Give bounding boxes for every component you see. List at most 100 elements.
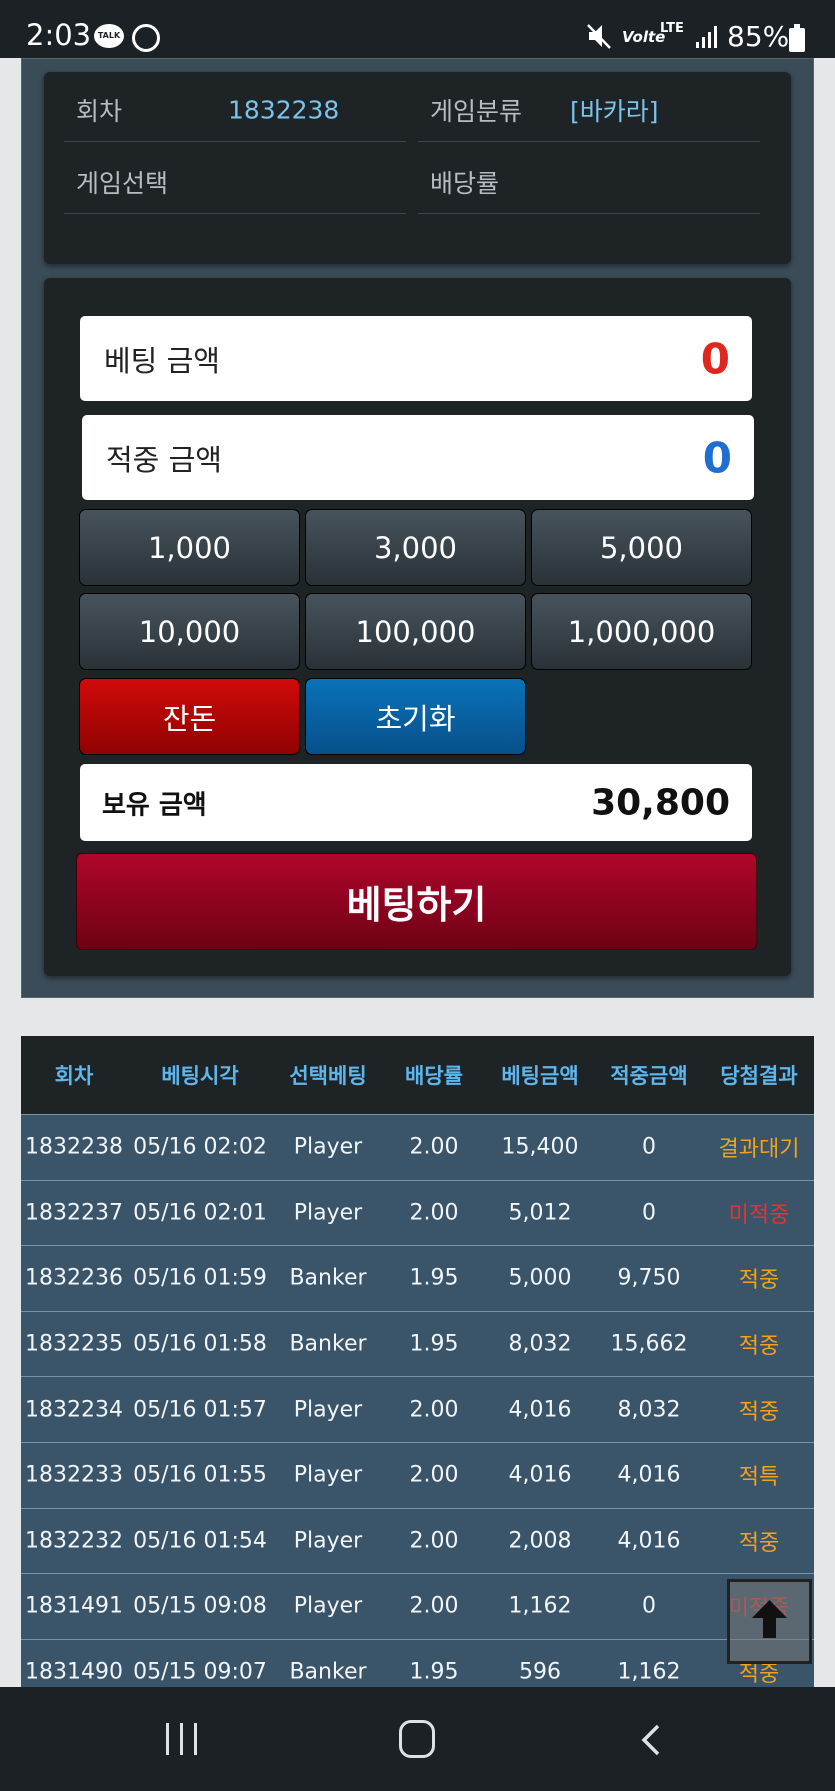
chip-1000-button[interactable]: 1,000 [79, 509, 300, 586]
cell-odds: 1.95 [409, 1659, 459, 1685]
home-icon[interactable] [399, 1720, 435, 1758]
cell-pick: Player [293, 1528, 363, 1554]
arrow-up-icon [752, 1600, 787, 1638]
cell-bet-amount: 15,400 [501, 1134, 579, 1160]
odds-cell: 배당률 [418, 144, 760, 214]
header-pick: 선택베팅 [289, 1064, 367, 1088]
cell-bet-time: 05/16 02:01 [133, 1200, 267, 1226]
cell-bet-time: 05/15 09:07 [133, 1659, 267, 1685]
cell-pick: Player [293, 1593, 363, 1619]
chip-5000-button[interactable]: 5,000 [531, 509, 752, 586]
cell-bet-amount: 4,016 [508, 1397, 572, 1423]
lte-icon: LTE [660, 21, 684, 36]
bet-amount-field[interactable]: 베팅 금액 0 [80, 316, 752, 401]
cell-win-amount: 9,750 [617, 1265, 681, 1291]
header-round: 회차 [54, 1064, 94, 1088]
cell-pick: Player [293, 1397, 363, 1423]
reset-button[interactable]: 초기화 [305, 678, 526, 755]
recents-icon[interactable] [166, 1723, 200, 1755]
cell-bet-amount: 4,016 [508, 1462, 572, 1488]
table-row: 1832235 05/16 01:58 Banker 1.95 8,032 15,662 적… [21, 1310, 814, 1377]
cell-result: 적중 [738, 1334, 780, 1360]
round-label: 회차 [76, 97, 123, 126]
cell-bet-amount: 596 [519, 1659, 561, 1685]
chip-100000-button[interactable]: 100,000 [305, 593, 526, 670]
header-result: 당첨결과 [720, 1064, 798, 1088]
round-value: 1832238 [228, 95, 340, 125]
cell-round: 1832235 [25, 1331, 123, 1357]
header-bet-time: 베팅시각 [161, 1064, 239, 1088]
cell-pick: Player [293, 1462, 363, 1488]
cell-bet-time: 05/16 01:54 [133, 1528, 267, 1554]
cell-odds: 2.00 [409, 1528, 459, 1554]
cell-result: 미적중 [728, 1202, 790, 1228]
cell-round: 1832233 [25, 1462, 123, 1488]
cell-bet-time: 05/16 01:57 [133, 1397, 267, 1423]
round-info-box: 회차 1832238 게임분류 [바카라] 게임선택 배당률 [44, 72, 791, 264]
cell-pick: Player [293, 1200, 363, 1226]
signal-icon [696, 26, 718, 48]
table-row: 1832232 05/16 01:54 Player 2.00 2,008 4,016 적중 [21, 1507, 814, 1574]
cell-bet-amount: 8,032 [508, 1331, 572, 1357]
cell-pick: Banker [289, 1265, 367, 1291]
cell-bet-time: 05/15 09:08 [133, 1593, 267, 1619]
cell-pick: Banker [289, 1331, 367, 1357]
cell-win-amount: 1,162 [617, 1659, 681, 1685]
table-row: 183149105/15 09:08Player2.001,1620미적중 [21, 1573, 814, 1639]
table-row: 1832237 05/16 02:01 Player 2.00 5,012 0 미적중 [21, 1179, 814, 1246]
cell-odds: 2.00 [409, 1397, 459, 1423]
cell-result: 결과대기 [718, 1137, 800, 1163]
table-row: 1832234 05/16 01:57 Player 2.00 4,016 8,032 적중 [21, 1376, 814, 1442]
cell-result: 적중 [738, 1268, 780, 1294]
header-win-amount: 적중금액 [610, 1064, 688, 1088]
cell-round: 1832236 [25, 1265, 123, 1291]
cell-win-amount: 0 [642, 1200, 656, 1226]
scroll-top-button[interactable] [727, 1579, 812, 1664]
chip-10000-button[interactable]: 10,000 [79, 593, 300, 670]
cell-odds: 1.95 [409, 1331, 459, 1357]
cell-pick: Banker [289, 1659, 367, 1685]
table-header: 회차 베팅시각 선택베팅 배당률 베팅금액 적중금액 당첨결과 [21, 1036, 814, 1114]
cell-result: 적중 [738, 1399, 780, 1425]
selection-cell: 게임선택 [64, 144, 406, 214]
change-button[interactable]: 잔돈 [79, 678, 300, 755]
sync-icon [132, 24, 160, 52]
category-value: [바카라] [570, 97, 659, 126]
cell-bet-time: 05/16 01:55 [133, 1462, 267, 1488]
cell-bet-amount: 5,012 [508, 1200, 572, 1226]
chip-3000-button[interactable]: 3,000 [305, 509, 526, 586]
cell-odds: 1.95 [409, 1265, 459, 1291]
cell-round: 1832237 [25, 1200, 123, 1226]
cell-odds: 2.00 [409, 1593, 459, 1619]
table-row: 1832238 05/16 02:02 Player 2.00 15,400 0 결과대기 [21, 1114, 814, 1180]
cell-odds: 2.00 [409, 1200, 459, 1226]
status-time: 2:03 [26, 18, 92, 52]
cell-odds: 2.00 [409, 1462, 459, 1488]
cell-round: 1832238 [25, 1134, 123, 1160]
cell-win-amount: 15,662 [610, 1331, 688, 1357]
table-row: 1832233 05/16 01:55 Player 2.00 4,016 4,016 적특 [21, 1442, 814, 1508]
cell-bet-time: 05/16 01:58 [133, 1331, 267, 1357]
place-bet-button[interactable]: 베팅하기 [76, 853, 757, 950]
holding-amount-value: 30,800 [591, 782, 730, 823]
cell-odds: 2.00 [409, 1134, 459, 1160]
cell-bet-amount: 2,008 [508, 1528, 572, 1554]
back-icon[interactable] [636, 1723, 668, 1757]
bet-amount-value: 0 [700, 334, 730, 383]
round-cell: 회차 1832238 [64, 72, 406, 142]
cell-win-amount: 0 [642, 1134, 656, 1160]
cell-bet-amount: 1,162 [508, 1593, 572, 1619]
kakaotalk-icon: TALK [94, 24, 124, 48]
cell-pick: Player [293, 1134, 363, 1160]
battery-percent: 85% [727, 20, 790, 53]
cell-round: 1831490 [25, 1659, 123, 1685]
odds-label: 배당률 [430, 169, 500, 198]
mute-icon [587, 24, 611, 49]
holding-amount-label: 보유 금액 [102, 790, 207, 820]
category-cell: 게임분류 [바카라] [418, 72, 760, 142]
cell-win-amount: 4,016 [617, 1462, 681, 1488]
header-odds: 배당률 [405, 1064, 463, 1088]
battery-icon [789, 24, 805, 52]
chip-1000000-button[interactable]: 1,000,000 [531, 593, 752, 670]
win-amount-field: 적중 금액 0 [82, 415, 754, 500]
